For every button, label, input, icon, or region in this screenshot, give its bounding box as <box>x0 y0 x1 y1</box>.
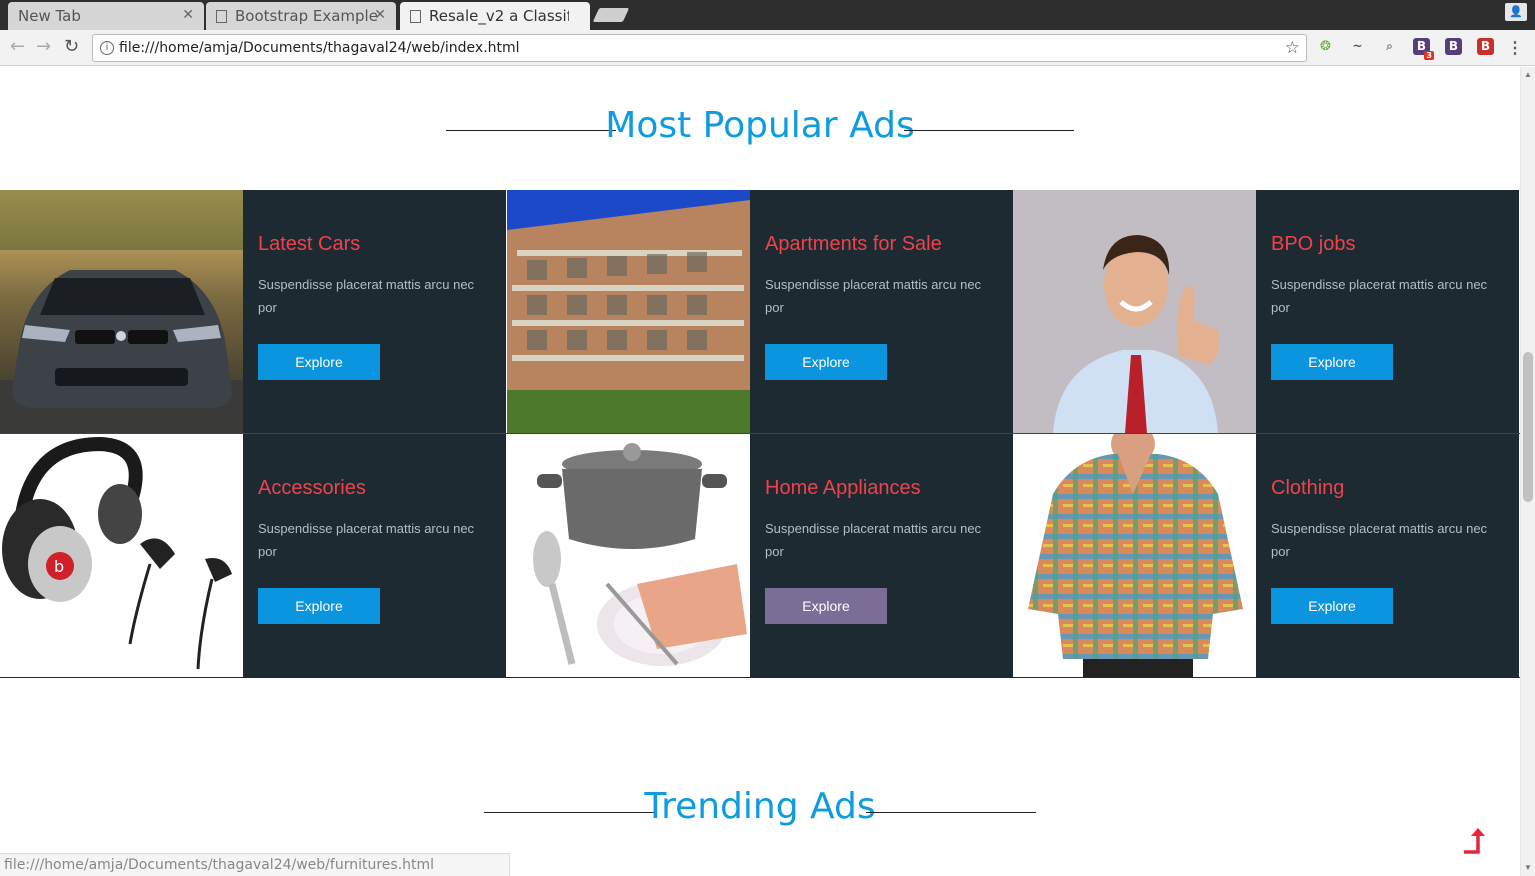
browser-tab-bar: New Tab ✕ Bootstrap Example ✕ Resale_v2 … <box>0 0 1535 30</box>
tab-resale[interactable]: Resale_v2 a Classifi <box>400 2 590 30</box>
ad-card-body: Clothing Suspendisse placerat mattis arc… <box>1256 434 1519 677</box>
page-content: Most Popular Ads Latest Cars Suspendisse… <box>0 67 1520 876</box>
businessman-image[interactable] <box>1013 190 1256 433</box>
explore-button[interactable]: Explore <box>1271 588 1393 624</box>
page-scrollbar[interactable]: ▲ ▼ <box>1520 67 1535 876</box>
ad-card-title[interactable]: Accessories <box>258 477 491 500</box>
info-icon[interactable]: i <box>100 41 114 55</box>
close-icon[interactable]: ✕ <box>182 7 194 23</box>
close-icon[interactable]: ✕ <box>374 7 386 23</box>
scrollbar-thumb[interactable] <box>1523 352 1533 502</box>
section-title-popular: Most Popular Ads <box>605 105 915 146</box>
explore-button[interactable]: Explore <box>258 344 380 380</box>
section-title-trending: Trending Ads <box>644 786 876 827</box>
ad-card-title[interactable]: Home Appliances <box>765 477 998 500</box>
ad-card-accessories: b Accessories Suspendisse placerat matti… <box>0 434 506 677</box>
ad-card-title[interactable]: BPO jobs <box>1271 233 1504 256</box>
profile-icon[interactable]: 👤 <box>1505 3 1527 21</box>
ad-card-body: BPO jobs Suspendisse placerat mattis arc… <box>1256 190 1519 433</box>
bootstrap-extension-icon[interactable]: B3 <box>1413 38 1434 60</box>
status-bar-url: file:///home/amja/Documents/thagaval24/w… <box>0 853 510 876</box>
ad-card-body: Apartments for Sale Suspendisse placerat… <box>750 190 1013 433</box>
explore-button[interactable]: Explore <box>765 344 887 380</box>
ad-card-title[interactable]: Apartments for Sale <box>765 233 998 256</box>
ad-card-description: Suspendisse placerat mattis arcu nec por <box>258 277 475 315</box>
address-bar[interactable]: i file:///home/amja/Documents/thagaval24… <box>92 34 1307 62</box>
tab-bootstrap-example[interactable]: Bootstrap Example ✕ <box>206 2 396 30</box>
shirt-image[interactable] <box>1013 434 1256 677</box>
url-text: file:///home/amja/Documents/thagaval24/w… <box>119 40 520 56</box>
ad-card-body: Accessories Suspendisse placerat mattis … <box>243 434 506 677</box>
extension-icon[interactable]: ❂ <box>1317 38 1334 55</box>
page-icon <box>216 9 227 23</box>
ad-card-body: Latest Cars Suspendisse placerat mattis … <box>243 190 506 433</box>
bootstrap-extension-icon[interactable]: B <box>1445 38 1462 55</box>
car-image[interactable] <box>0 190 243 433</box>
svg-text:b: b <box>54 557 64 576</box>
ad-card-bpo-jobs: BPO jobs Suspendisse placerat mattis arc… <box>1013 190 1519 433</box>
tab-title: Bootstrap Example <box>235 7 378 25</box>
apartment-image[interactable] <box>507 190 750 433</box>
browser-toolbar: ← → ↻ i file:///home/amja/Documents/thag… <box>0 30 1535 66</box>
scroll-to-top-icon[interactable] <box>1460 826 1488 856</box>
page-icon <box>410 9 421 23</box>
new-tab-button[interactable] <box>592 8 630 22</box>
scroll-down-icon[interactable]: ▼ <box>1524 863 1532 872</box>
title-divider <box>904 130 1074 131</box>
tab-title: Resale_v2 a Classifi <box>429 7 569 25</box>
back-icon[interactable]: ← <box>10 36 25 57</box>
ad-card-apartments: Apartments for Sale Suspendisse placerat… <box>507 190 1013 433</box>
menu-icon[interactable]: ⋮ <box>1507 38 1523 58</box>
headphones-image[interactable]: b <box>0 434 243 677</box>
scroll-up-icon[interactable]: ▲ <box>1524 70 1532 79</box>
ad-card-description: Suspendisse placerat mattis arcu nec por <box>765 521 982 559</box>
title-divider <box>866 812 1036 813</box>
ad-card-body: Home Appliances Suspendisse placerat mat… <box>750 434 1013 677</box>
ad-card-description: Suspendisse placerat mattis arcu nec por <box>258 521 475 559</box>
tab-title: New Tab <box>18 7 81 25</box>
ad-card-cars: Latest Cars Suspendisse placerat mattis … <box>0 190 506 433</box>
reload-icon[interactable]: ↻ <box>64 36 79 57</box>
cookware-image[interactable] <box>507 434 750 677</box>
forward-icon[interactable]: → <box>36 36 51 57</box>
tab-new-tab[interactable]: New Tab ✕ <box>8 2 204 30</box>
bookmark-star-icon[interactable]: ☆ <box>1285 38 1300 58</box>
ad-card-clothing: Clothing Suspendisse placerat mattis arc… <box>1013 434 1519 677</box>
ad-card-description: Suspendisse placerat mattis arcu nec por <box>1271 277 1488 315</box>
extension-icon[interactable]: ~ <box>1349 38 1366 55</box>
ad-card-description: Suspendisse placerat mattis arcu nec por <box>765 277 982 315</box>
ad-card-description: Suspendisse placerat mattis arcu nec por <box>1271 521 1488 559</box>
extension-badge: 3 <box>1424 51 1434 60</box>
extension-icon[interactable]: ⌕ <box>1381 38 1398 55</box>
bootstrap-extension-icon[interactable]: B <box>1477 38 1494 55</box>
ad-card-home-appliances: Home Appliances Suspendisse placerat mat… <box>507 434 1013 677</box>
ad-card-title[interactable]: Latest Cars <box>258 233 491 256</box>
grid-bottom-border <box>0 677 1520 678</box>
explore-button[interactable]: Explore <box>258 588 380 624</box>
explore-button[interactable]: Explore <box>1271 344 1393 380</box>
ad-card-title[interactable]: Clothing <box>1271 477 1504 500</box>
explore-button[interactable]: Explore <box>765 588 887 624</box>
popular-ads-grid: Latest Cars Suspendisse placerat mattis … <box>0 190 1520 678</box>
